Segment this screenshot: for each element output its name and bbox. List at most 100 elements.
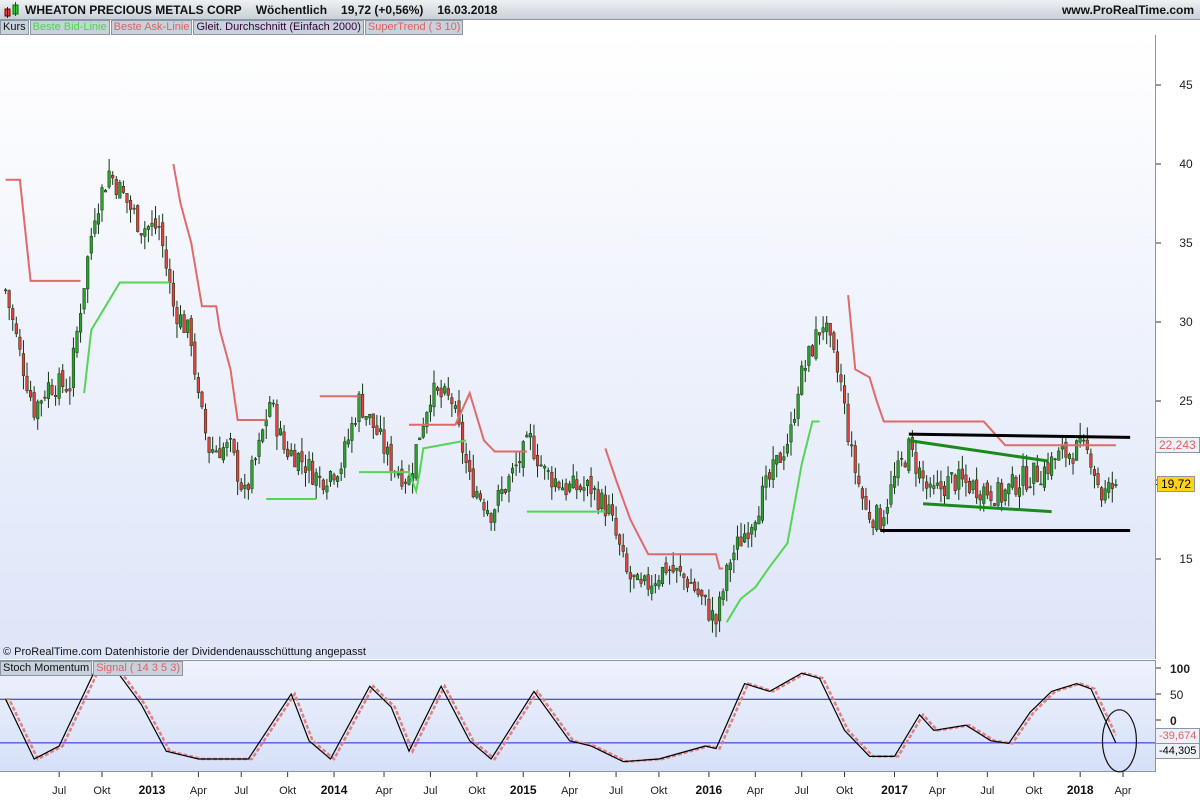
legend-stoch-momentum[interactable]: Stoch Momentum bbox=[0, 661, 93, 676]
candle-body bbox=[635, 574, 640, 581]
candle-body bbox=[750, 527, 754, 535]
candle bbox=[707, 589, 711, 622]
candle-body bbox=[650, 585, 654, 594]
candle-body bbox=[703, 594, 707, 598]
candle bbox=[732, 544, 736, 574]
candle bbox=[975, 467, 979, 504]
candle-body bbox=[4, 289, 8, 292]
candle-body bbox=[568, 483, 572, 492]
candle bbox=[1000, 478, 1004, 512]
candle-body bbox=[436, 387, 440, 391]
candle bbox=[921, 460, 925, 492]
candle-body bbox=[535, 455, 540, 467]
candle-body bbox=[146, 226, 150, 230]
x-tick-label: Okt bbox=[468, 785, 485, 797]
candle-body bbox=[846, 403, 850, 443]
candle-body bbox=[682, 573, 686, 578]
candle bbox=[203, 403, 208, 441]
candle-body bbox=[900, 458, 904, 460]
trendline bbox=[908, 432, 1131, 439]
candle bbox=[960, 455, 964, 487]
candle-body bbox=[707, 598, 711, 621]
legend-ask-line[interactable]: Beste Ask-Linie bbox=[110, 20, 193, 35]
candle-body bbox=[889, 484, 893, 505]
candle bbox=[818, 332, 822, 345]
candle-body bbox=[1039, 483, 1043, 486]
candle bbox=[39, 399, 43, 417]
candle-body bbox=[632, 574, 636, 578]
candle-body bbox=[161, 222, 165, 247]
candle bbox=[518, 451, 522, 473]
candle-body bbox=[332, 474, 336, 481]
candle bbox=[71, 337, 75, 397]
candle bbox=[714, 613, 718, 638]
candle-body bbox=[903, 462, 907, 468]
legend-bid-line[interactable]: Beste Bid-Linie bbox=[29, 20, 110, 35]
candle bbox=[318, 466, 322, 488]
candle bbox=[878, 504, 882, 531]
candle bbox=[43, 390, 47, 402]
candle bbox=[789, 411, 793, 456]
candle bbox=[186, 319, 190, 339]
legend-kurs[interactable]: Kurs bbox=[0, 20, 29, 35]
candle bbox=[382, 416, 386, 464]
candle bbox=[50, 378, 54, 396]
candle-body bbox=[639, 578, 643, 584]
supertrend-ask-line bbox=[847, 295, 1116, 447]
candle-body bbox=[618, 534, 622, 545]
candle-body bbox=[182, 314, 186, 333]
candle-body bbox=[193, 341, 197, 375]
candle bbox=[214, 445, 218, 453]
candle bbox=[603, 485, 607, 527]
legend-supertrend[interactable]: SuperTrend ( 3 10) bbox=[364, 20, 464, 35]
candle bbox=[828, 323, 832, 348]
legend-signal[interactable]: Signal ( 14 3 5 3) bbox=[93, 661, 183, 676]
candle-body bbox=[603, 494, 607, 517]
candle bbox=[835, 339, 839, 383]
candle bbox=[1110, 471, 1114, 503]
candle bbox=[61, 364, 65, 393]
candle bbox=[153, 206, 158, 235]
data-note: © ProRealTime.com Datenhistorie der Divi… bbox=[3, 646, 366, 658]
candle-body bbox=[357, 393, 361, 422]
candle bbox=[1096, 467, 1100, 488]
candle-body bbox=[461, 422, 465, 453]
candle-body bbox=[1000, 482, 1004, 503]
candle bbox=[671, 552, 675, 574]
candle bbox=[596, 481, 600, 515]
candle bbox=[846, 392, 850, 446]
candle bbox=[257, 432, 261, 465]
candle-body bbox=[832, 332, 836, 350]
legend-sma[interactable]: Gleit. Durchschnitt (Einfach 2000) bbox=[193, 20, 364, 35]
candle bbox=[275, 399, 279, 450]
candle bbox=[439, 379, 443, 408]
candle-body bbox=[46, 382, 50, 399]
candle bbox=[46, 371, 50, 408]
candle bbox=[311, 452, 315, 486]
candle-body bbox=[735, 536, 740, 550]
candle bbox=[514, 452, 518, 476]
candle bbox=[236, 442, 240, 496]
candle-body bbox=[446, 388, 450, 396]
candle bbox=[746, 522, 750, 548]
candle bbox=[100, 184, 104, 222]
candle bbox=[246, 482, 250, 500]
candle-body bbox=[960, 468, 964, 480]
candle-body bbox=[407, 476, 411, 485]
candle bbox=[807, 345, 811, 373]
candle-body bbox=[710, 610, 715, 621]
candle bbox=[1053, 457, 1057, 470]
candle-body bbox=[100, 187, 104, 211]
candle bbox=[1057, 447, 1061, 461]
candle bbox=[143, 221, 147, 250]
candle-body bbox=[200, 391, 204, 408]
candle-body bbox=[382, 429, 386, 454]
candle bbox=[328, 470, 333, 487]
candle-body bbox=[189, 318, 193, 347]
candle-body bbox=[246, 484, 250, 490]
candle-body bbox=[1007, 483, 1011, 495]
signal-value-badge: -39,674 bbox=[1155, 728, 1200, 744]
candle-body bbox=[882, 517, 886, 527]
candle bbox=[300, 437, 304, 475]
candle bbox=[1003, 488, 1007, 506]
